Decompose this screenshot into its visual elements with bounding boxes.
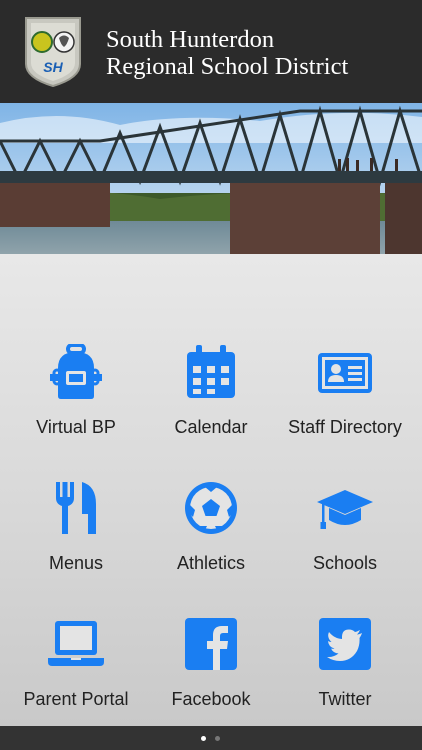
district-logo: SH bbox=[25, 17, 81, 88]
tile-staff-directory[interactable]: Staff Directory bbox=[275, 344, 415, 444]
tile-athletics[interactable]: Athletics bbox=[141, 480, 281, 580]
tile-label: Virtual BP bbox=[36, 417, 116, 437]
tile-menus[interactable]: Menus bbox=[6, 480, 146, 580]
tile-label: Staff Directory bbox=[288, 417, 402, 437]
tile-label: Athletics bbox=[176, 553, 246, 573]
district-title: South Hunterdon Regional School District bbox=[106, 26, 348, 80]
tile-label: Menus bbox=[48, 553, 104, 573]
tile-label: Calendar bbox=[174, 417, 248, 437]
laptop-icon bbox=[48, 621, 104, 666]
tile-parent-portal[interactable]: Parent Portal bbox=[6, 616, 146, 716]
tile-label: Schools bbox=[312, 553, 378, 573]
graduation-cap-icon bbox=[317, 490, 373, 529]
svg-text:SH: SH bbox=[43, 59, 63, 75]
backpack-icon bbox=[50, 344, 102, 399]
tile-label: Parent Portal bbox=[23, 689, 129, 709]
page-indicator-bar bbox=[0, 726, 422, 750]
tile-schools[interactable]: Schools bbox=[275, 480, 415, 580]
facebook-icon bbox=[185, 618, 237, 670]
page-dot[interactable] bbox=[215, 736, 220, 741]
soccer-ball-icon bbox=[185, 482, 237, 534]
tile-facebook[interactable]: Facebook bbox=[141, 616, 281, 716]
page-dot-active[interactable] bbox=[201, 736, 206, 741]
tile-label: Facebook bbox=[171, 689, 251, 709]
app-header: SH South Hunterdon Regional School Distr… bbox=[0, 0, 422, 103]
tile-label: Twitter bbox=[318, 689, 372, 709]
calendar-icon bbox=[187, 345, 235, 398]
menu-grid: Virtual BP Calendar Staff Directory Menu… bbox=[0, 254, 422, 726]
tile-virtual-bp[interactable]: Virtual BP bbox=[6, 344, 146, 444]
id-card-icon bbox=[318, 353, 372, 393]
title-line-1: South Hunterdon bbox=[106, 26, 275, 53]
bridge-banner-image bbox=[0, 103, 422, 254]
twitter-icon bbox=[319, 618, 371, 670]
title-line-2: Regional School District bbox=[106, 53, 349, 80]
fork-knife-icon bbox=[56, 482, 96, 534]
tile-twitter[interactable]: Twitter bbox=[275, 616, 415, 716]
tile-calendar[interactable]: Calendar bbox=[141, 344, 281, 444]
